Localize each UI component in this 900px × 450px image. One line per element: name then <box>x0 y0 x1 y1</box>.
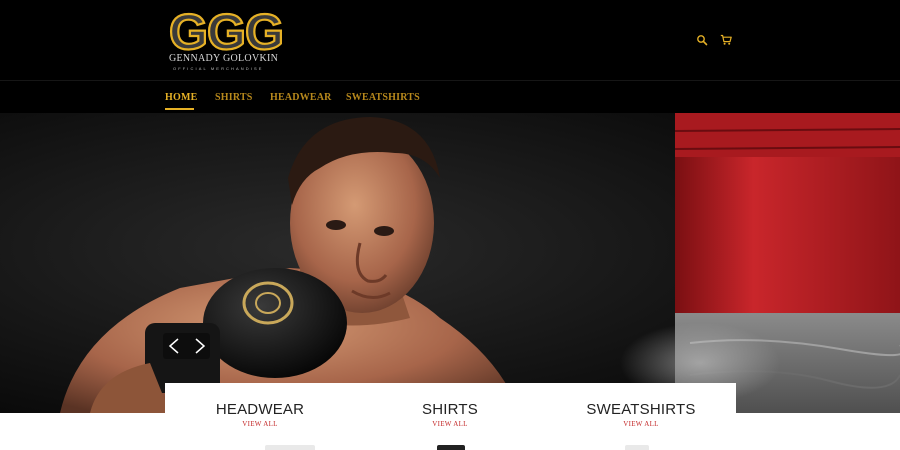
search-icon[interactable] <box>696 34 708 46</box>
product-thumbnail-edge <box>437 445 465 450</box>
cart-icon[interactable] <box>720 34 732 46</box>
hero-image <box>0 113 900 413</box>
product-thumbnail-edge <box>625 445 649 450</box>
view-all-link[interactable]: VIEW ALL <box>355 420 545 428</box>
nav-shirts[interactable]: SHIRTS <box>215 92 253 103</box>
logo-mark-text: GGG <box>169 9 283 53</box>
nav-sweatshirts[interactable]: SWEATSHIRTS <box>346 92 420 103</box>
collection-card-shirts[interactable]: SHIRTS VIEW ALL <box>355 383 545 428</box>
collection-cards: HEADWEAR VIEW ALL SHIRTS VIEW ALL SWEATS… <box>165 383 736 450</box>
collection-title: SHIRTS <box>422 401 478 418</box>
hero-banner <box>0 113 900 413</box>
collection-title: HEADWEAR <box>215 401 305 418</box>
active-nav-indicator <box>165 108 194 110</box>
ggg-logo-mark: GGG <box>168 9 285 53</box>
nav-headwear[interactable]: HEADWEAR <box>270 92 332 103</box>
view-all-link[interactable]: VIEW ALL <box>165 420 355 428</box>
main-nav: HOME SHIRTS HEADWEAR SWEATSHIRTS <box>0 80 900 114</box>
nav-home[interactable]: HOME <box>165 92 197 103</box>
logo-name: GENNADY GOLOVKIN <box>169 53 279 64</box>
collection-title: SWEATSHIRTS <box>586 401 696 418</box>
view-all-link[interactable]: VIEW ALL <box>546 420 736 428</box>
site-header: GGG GENNADY GOLOVKIN OFFICIAL MERCHANDIS… <box>0 0 900 80</box>
collection-card-sweatshirts[interactable]: SWEATSHIRTS VIEW ALL <box>546 383 736 428</box>
collection-card-headwear[interactable]: HEADWEAR VIEW ALL <box>165 383 355 428</box>
brand-logo[interactable]: GGG GENNADY GOLOVKIN OFFICIAL MERCHANDIS… <box>168 9 286 71</box>
logo-tagline: OFFICIAL MERCHANDISE <box>173 66 264 71</box>
product-thumbnail-edge <box>265 445 315 450</box>
